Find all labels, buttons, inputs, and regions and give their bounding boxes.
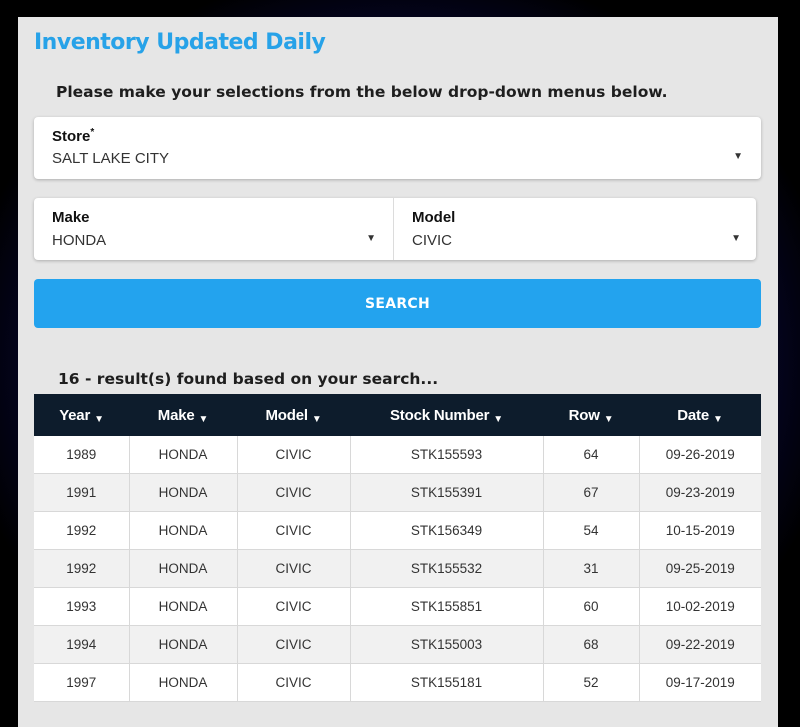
cell-row: 54 xyxy=(543,511,640,550)
cell-make: HONDA xyxy=(129,511,238,550)
cell-make: HONDA xyxy=(129,663,238,702)
store-select[interactable]: Store* SALT LAKE CITY ▼ xyxy=(34,117,761,179)
results-summary: 16 - result(s) found based on your searc… xyxy=(58,370,439,388)
model-select[interactable]: Model CIVIC ▼ xyxy=(393,198,757,260)
cell-model: CIVIC xyxy=(237,473,351,512)
cell-date: 09-23-2019 xyxy=(639,473,761,512)
cell-make: HONDA xyxy=(129,473,238,512)
cell-year: 1994 xyxy=(34,625,130,664)
column-header-date[interactable]: Date ▼ xyxy=(639,394,761,436)
table-row: 1992 HONDA CIVIC STK155532 31 09-25-2019 xyxy=(34,549,761,588)
cell-date: 09-26-2019 xyxy=(639,436,761,474)
store-label: Store* xyxy=(52,127,95,145)
cell-row: 31 xyxy=(543,549,640,588)
cell-stock-number: STK155391 xyxy=(350,473,544,512)
cell-stock-number: STK155181 xyxy=(350,663,544,702)
table-row: 1993 HONDA CIVIC STK155851 60 10-02-2019 xyxy=(34,587,761,626)
column-header-model[interactable]: Model ▼ xyxy=(237,394,350,436)
cell-year: 1989 xyxy=(34,436,130,474)
results-table: Year ▼ Make ▼ Model ▼ Stock Number ▼ Row ▼ Da… xyxy=(34,394,761,702)
sort-down-icon: ▼ xyxy=(94,413,104,425)
cell-row: 68 xyxy=(543,625,640,664)
store-value: SALT LAKE CITY xyxy=(52,150,169,167)
make-select[interactable]: Make HONDA ▼ xyxy=(34,198,392,260)
make-model-group: Make HONDA ▼ Model CIVIC ▼ xyxy=(34,198,756,260)
cell-make: HONDA xyxy=(129,587,238,626)
cell-model: CIVIC xyxy=(237,549,351,588)
table-row: 1989 HONDA CIVIC STK155593 64 09-26-2019 xyxy=(34,436,761,474)
column-header-make[interactable]: Make ▼ xyxy=(129,394,237,436)
cell-date: 09-17-2019 xyxy=(639,663,761,702)
cell-row: 60 xyxy=(543,587,640,626)
sort-down-icon: ▼ xyxy=(603,413,614,425)
search-button[interactable]: SEARCH xyxy=(34,279,761,328)
cell-model: CIVIC xyxy=(237,663,351,702)
cell-date: 09-22-2019 xyxy=(639,625,761,664)
column-header-stock-number[interactable]: Stock Number ▼ xyxy=(350,394,543,436)
cell-row: 67 xyxy=(543,473,640,512)
sort-down-icon: ▼ xyxy=(311,413,322,425)
model-label: Model xyxy=(412,209,456,226)
cell-model: CIVIC xyxy=(237,587,351,626)
sort-down-icon: ▼ xyxy=(493,413,503,425)
inventory-panel: Inventory Updated Daily Please make your… xyxy=(18,17,778,727)
page-title: Inventory Updated Daily xyxy=(34,30,326,55)
cell-date: 09-25-2019 xyxy=(639,549,761,588)
cell-year: 1993 xyxy=(34,587,130,626)
make-label: Make xyxy=(52,209,90,226)
cell-make: HONDA xyxy=(129,436,238,474)
cell-model: CIVIC xyxy=(237,625,351,664)
chevron-down-icon: ▼ xyxy=(733,151,743,162)
chevron-down-icon: ▼ xyxy=(366,233,376,244)
cell-stock-number: STK155532 xyxy=(350,549,544,588)
cell-date: 10-02-2019 xyxy=(639,587,761,626)
model-value: CIVIC xyxy=(412,232,453,249)
cell-model: CIVIC xyxy=(237,511,351,550)
cell-year: 1991 xyxy=(34,473,130,512)
table-row: 1997 HONDA CIVIC STK155181 52 09-17-2019 xyxy=(34,663,761,702)
cell-make: HONDA xyxy=(129,549,238,588)
cell-year: 1992 xyxy=(34,511,130,550)
make-value: HONDA xyxy=(52,232,107,249)
table-row: 1994 HONDA CIVIC STK155003 68 09-22-2019 xyxy=(34,625,761,664)
cell-stock-number: STK155003 xyxy=(350,625,544,664)
cell-year: 1997 xyxy=(34,663,130,702)
cell-year: 1992 xyxy=(34,549,130,588)
cell-stock-number: STK155593 xyxy=(350,436,544,474)
sort-down-icon: ▼ xyxy=(198,413,209,425)
cell-make: HONDA xyxy=(129,625,238,664)
table-header-row: Year ▼ Make ▼ Model ▼ Stock Number ▼ Row ▼ Da… xyxy=(34,394,761,436)
cell-row: 52 xyxy=(543,663,640,702)
cell-stock-number: STK156349 xyxy=(350,511,544,550)
cell-stock-number: STK155851 xyxy=(350,587,544,626)
column-header-year[interactable]: Year ▼ xyxy=(34,394,129,436)
results-table-container: Year ▼ Make ▼ Model ▼ Stock Number ▼ Row ▼ Da… xyxy=(34,394,761,727)
cell-row: 64 xyxy=(543,436,640,474)
required-mark: * xyxy=(90,127,95,138)
chevron-down-icon: ▼ xyxy=(731,233,741,244)
cell-model: CIVIC xyxy=(237,436,351,474)
column-header-row[interactable]: Row ▼ xyxy=(543,394,639,436)
instructions-text: Please make your selections from the bel… xyxy=(56,83,668,101)
table-row: 1992 HONDA CIVIC STK156349 54 10-15-2019 xyxy=(34,511,761,550)
sort-down-icon: ▼ xyxy=(713,413,723,425)
table-row: 1991 HONDA CIVIC STK155391 67 09-23-2019 xyxy=(34,473,761,512)
cell-date: 10-15-2019 xyxy=(639,511,761,550)
